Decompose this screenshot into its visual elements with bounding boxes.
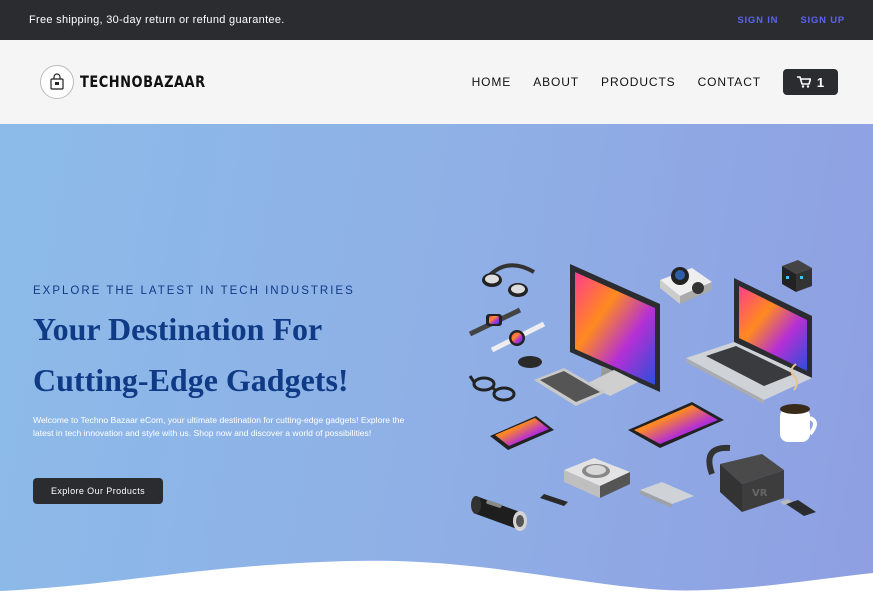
shipping-promo-text: Free shipping, 30-day return or refund g… [29,14,285,26]
cart-button[interactable]: 1 [783,69,838,95]
main-nav: HOME ABOUT PRODUCTS CONTACT 1 [450,69,838,95]
nav-home[interactable]: HOME [472,75,512,89]
camera-icon [660,267,712,304]
hard-drive-icon [640,482,694,508]
tablet-icon [628,402,724,448]
keyboard-icon [534,368,606,406]
main-header: TECHNOBAZAAR HOME ABOUT PRODUCTS CONTACT… [0,40,873,124]
vr-headset-icon: VR [706,444,784,512]
hero-wave-divider [0,560,873,593]
explore-products-button[interactable]: Explore Our Products [33,478,163,504]
smartwatch-icon [468,307,546,353]
cart-icon [796,76,811,88]
smart-cube-icon [782,260,812,292]
smartphone-icon [490,416,554,450]
sign-up-link[interactable]: SIGN UP [800,15,845,26]
shopping-bag-logo-icon [40,65,74,99]
mouse-icon [518,356,542,368]
laptop-icon [686,278,812,404]
nav-about[interactable]: ABOUT [533,75,579,89]
hero-eyebrow: EXPLORE THE LATEST IN TECH INDUSTRIES [33,285,355,297]
monitor-icon [570,264,660,396]
brand-name: TECHNOBAZAAR [80,72,206,92]
usb-drive-icon [540,494,568,506]
hero-headline-line2: Cutting-Edge Gadgets! [33,362,349,398]
headphones-icon [482,263,536,297]
cart-count: 1 [816,74,825,90]
hero-headline-line1: Your Destination For [33,311,323,347]
top-bar: Free shipping, 30-day return or refund g… [0,0,873,40]
brand[interactable]: TECHNOBAZAAR [40,65,206,99]
nav-contact[interactable]: CONTACT [698,75,761,89]
auth-links: SIGN IN SIGN UP [737,15,845,26]
hero-headline: Your Destination For Cutting-Edge Gadget… [33,304,453,406]
sign-in-link[interactable]: SIGN IN [737,15,778,26]
gadgets-illustration: VR [468,260,817,531]
glasses-icon [468,375,516,402]
hero-section: EXPLORE THE LATEST IN TECH INDUSTRIES Yo… [0,124,873,593]
speaker-icon [471,496,527,531]
hero-description: Welcome to Techno Bazaar eCom, your ulti… [33,415,405,438]
flash-drive-icon [780,499,816,516]
nav-products[interactable]: PRODUCTS [601,75,676,89]
svg-text:VR: VR [752,488,768,499]
console-icon [564,458,630,498]
